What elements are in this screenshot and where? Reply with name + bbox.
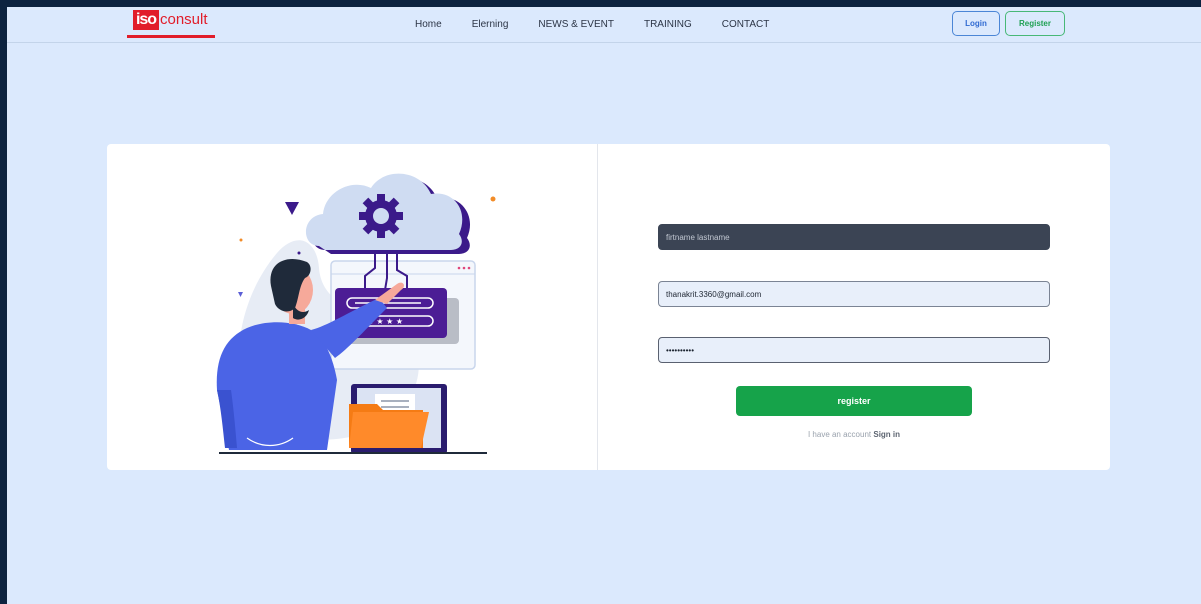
login-button[interactable]: Login [952, 11, 1000, 36]
card-divider [597, 144, 598, 470]
nav-contact[interactable]: CONTACT [722, 19, 770, 30]
password-input[interactable] [658, 337, 1050, 363]
signin-prompt-text: I have an account [807, 430, 872, 439]
signin-link[interactable]: Sign in [873, 430, 900, 439]
nav-news-event[interactable]: NEWS & EVENT [538, 19, 614, 30]
signin-prompt: I have an account Sign in [658, 430, 1050, 439]
register-card: ★ ★ ★ ★ ★ regist [107, 144, 1110, 470]
register-submit-button[interactable]: register [736, 386, 972, 416]
nav-elerning[interactable]: Elerning [472, 19, 509, 30]
logo-word: consult [160, 11, 208, 28]
nav-home[interactable]: Home [415, 19, 442, 30]
app-frame: iso consult Home Elerning NEWS & EVENT T… [7, 7, 1201, 604]
logo-underline [127, 35, 215, 38]
cloud-security-illustration: ★ ★ ★ ★ ★ [216, 173, 496, 454]
top-navbar: iso consult Home Elerning NEWS & EVENT T… [7, 7, 1201, 43]
email-input[interactable] [658, 281, 1050, 307]
logo-box: iso [133, 10, 159, 30]
nav-training[interactable]: TRAINING [644, 19, 692, 30]
fullname-input[interactable] [658, 224, 1050, 250]
main-nav: Home Elerning NEWS & EVENT TRAINING CONT… [415, 7, 799, 42]
register-nav-button[interactable]: Register [1005, 11, 1065, 36]
